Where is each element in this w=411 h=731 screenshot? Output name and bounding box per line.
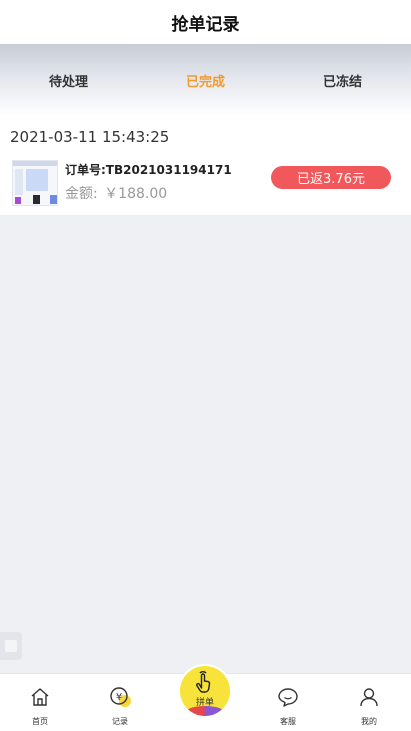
nav-label-records: 记录 [112, 717, 128, 726]
yen-coin-icon: ¥ [110, 687, 131, 707]
home-icon [31, 688, 49, 706]
amount-value: ￥188.00 [104, 186, 168, 202]
floating-handle[interactable] [0, 632, 22, 660]
top-header: 抢单记录 [0, 0, 411, 44]
order-amount: 金额: ￥188.00 [65, 183, 167, 203]
nav-label-mine: 我的 [361, 717, 377, 726]
chat-bubble-icon [278, 688, 298, 707]
svg-text:¥: ¥ [116, 692, 122, 703]
record-date: 2021-03-11 15:43:25 [10, 128, 170, 146]
status-badge: 已返3.76元 [271, 166, 391, 189]
tab-pending[interactable]: 待处理 [0, 71, 137, 90]
amount-label: 金额: [65, 186, 98, 202]
nav-item-service[interactable]: 客服 [248, 674, 328, 731]
page-title: 抢单记录 [171, 14, 240, 35]
nav-label-service: 客服 [280, 717, 296, 726]
tap-hand-icon [196, 671, 211, 693]
center-button-label: 拼单 [195, 698, 214, 708]
center-grab-button[interactable]: 拼单 [178, 664, 232, 718]
nav-label-home: 首页 [32, 717, 48, 726]
status-tabs: 待处理 已完成 已冻结 [0, 44, 411, 116]
nav-item-records[interactable]: ¥ 记录 [80, 674, 160, 731]
nav-item-home[interactable]: 首页 [0, 674, 80, 731]
person-icon [360, 688, 378, 707]
tab-frozen[interactable]: 已冻结 [274, 71, 411, 90]
tab-completed[interactable]: 已完成 [137, 71, 274, 90]
order-number: 订单号:TB2021031194171 [65, 163, 232, 177]
nav-item-mine[interactable]: 我的 [329, 674, 409, 731]
product-thumbnail [12, 160, 58, 206]
